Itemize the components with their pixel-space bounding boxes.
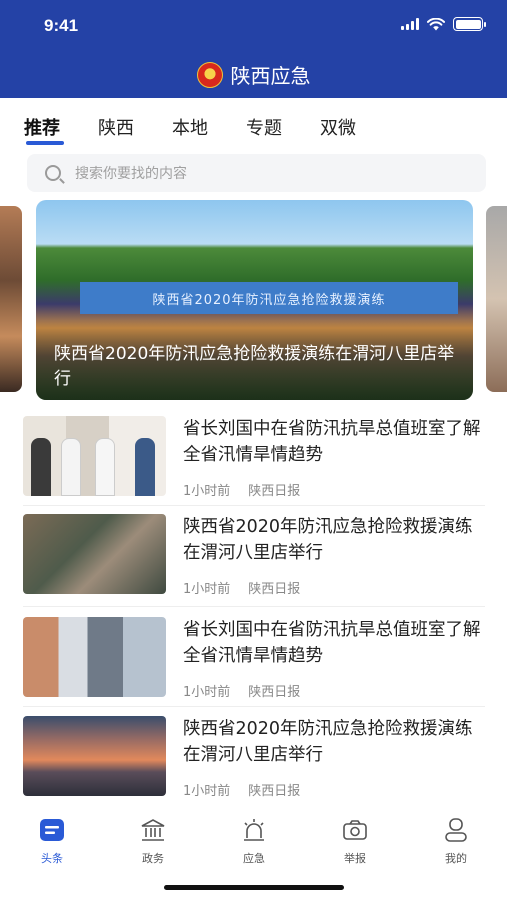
tab-recommended[interactable]: 推荐	[24, 114, 60, 140]
news-thumbnail	[23, 416, 166, 496]
tabbar-label: 政务	[142, 852, 164, 865]
tabbar-mine[interactable]: 我的	[426, 818, 486, 866]
tabbar-headline[interactable]: 头条	[22, 818, 82, 866]
search-icon	[45, 165, 61, 181]
emblem-icon	[196, 61, 223, 88]
divider	[23, 706, 485, 707]
news-item[interactable]: 陕西省2020年防汛应急抢险救援演练在渭河八里店举行 1小时前 陕西日报	[0, 716, 507, 816]
government-building-icon	[140, 818, 166, 842]
headline-icon	[39, 818, 65, 842]
user-icon	[443, 818, 469, 842]
news-item[interactable]: 陕西省2020年防汛应急抢险救援演练在渭河八里店举行 1小时前 陕西日报	[0, 514, 507, 614]
news-title: 省长刘国中在省防汛抗旱总值班室了解全省汛情旱情趋势	[183, 620, 481, 666]
news-title: 陕西省2020年防汛应急抢险救援演练在渭河八里店举行	[183, 517, 473, 563]
news-meta: 1小时前 陕西日报	[183, 480, 300, 499]
news-meta: 1小时前 陕西日报	[183, 578, 300, 597]
news-time: 1小时前	[183, 582, 231, 597]
status-icons	[401, 17, 486, 31]
alarm-light-icon	[241, 818, 267, 842]
divider	[23, 505, 485, 506]
home-indicator	[164, 885, 344, 890]
news-item[interactable]: 省长刘国中在省防汛抗旱总值班室了解全省汛情旱情趋势 1小时前 陕西日报	[0, 617, 507, 717]
tabbar-government[interactable]: 政务	[123, 818, 183, 866]
carousel-prev-slide[interactable]	[0, 206, 22, 392]
tab-shaanxi[interactable]: 陕西	[98, 114, 134, 140]
news-item[interactable]: 省长刘国中在省防汛抗旱总值班室了解全省汛情旱情趋势 1小时前 陕西日报	[0, 416, 507, 516]
news-thumbnail	[23, 514, 166, 594]
battery-icon	[453, 17, 486, 31]
tab-weibo-wechat[interactable]: 双微	[320, 114, 356, 140]
tabbar-label: 举报	[344, 852, 366, 865]
status-time: 9:41	[44, 16, 79, 35]
news-source: 陕西日报	[248, 685, 301, 700]
news-title: 省长刘国中在省防汛抗旱总值班室了解全省汛情旱情趋势	[183, 419, 481, 465]
news-source: 陕西日报	[248, 784, 301, 799]
search-bar[interactable]: 搜索你要找的内容	[27, 154, 486, 192]
app-header: 9:41 陕西应急	[0, 0, 507, 98]
wifi-icon	[427, 17, 445, 30]
tabbar-emergency[interactable]: 应急	[224, 818, 284, 866]
news-source: 陕西日报	[248, 582, 301, 597]
camera-icon	[342, 818, 368, 842]
news-time: 1小时前	[183, 685, 231, 700]
tab-local[interactable]: 本地	[172, 114, 208, 140]
active-tab-indicator	[26, 141, 64, 145]
tabbar-report[interactable]: 举报	[325, 818, 385, 866]
news-thumbnail	[23, 617, 166, 697]
banner-caption: 陕西省2020年防汛应急抢险救援演练在渭河八里店举行	[54, 344, 455, 389]
banner-event-sign: 陕西省2020年防汛应急抢险救援演练	[80, 282, 458, 314]
news-time: 1小时前	[183, 784, 231, 799]
app-title-bar: 陕西应急	[0, 60, 507, 89]
tabbar-label: 我的	[445, 852, 467, 865]
news-time: 1小时前	[183, 484, 231, 499]
divider	[23, 606, 485, 607]
news-title: 陕西省2020年防汛应急抢险救援演练在渭河八里店举行	[183, 719, 473, 765]
app-title: 陕西应急	[230, 64, 311, 88]
banner-slide[interactable]: 陕西省2020年防汛应急抢险救援演练 陕西省2020年防汛应急抢险救援演练在渭河…	[36, 200, 473, 400]
news-meta: 1小时前 陕西日报	[183, 780, 300, 799]
search-placeholder: 搜索你要找的内容	[75, 166, 187, 182]
news-source: 陕西日报	[248, 484, 301, 499]
tab-topics[interactable]: 专题	[246, 114, 282, 140]
tabbar-label: 应急	[243, 852, 265, 865]
news-thumbnail	[23, 716, 166, 796]
channel-tabs: 推荐 陕西 本地 专题 双微	[0, 98, 507, 148]
carousel-next-slide[interactable]	[486, 206, 507, 392]
cellular-signal-icon	[401, 18, 419, 30]
news-meta: 1小时前 陕西日报	[183, 681, 300, 700]
tabbar-label: 头条	[41, 852, 63, 865]
